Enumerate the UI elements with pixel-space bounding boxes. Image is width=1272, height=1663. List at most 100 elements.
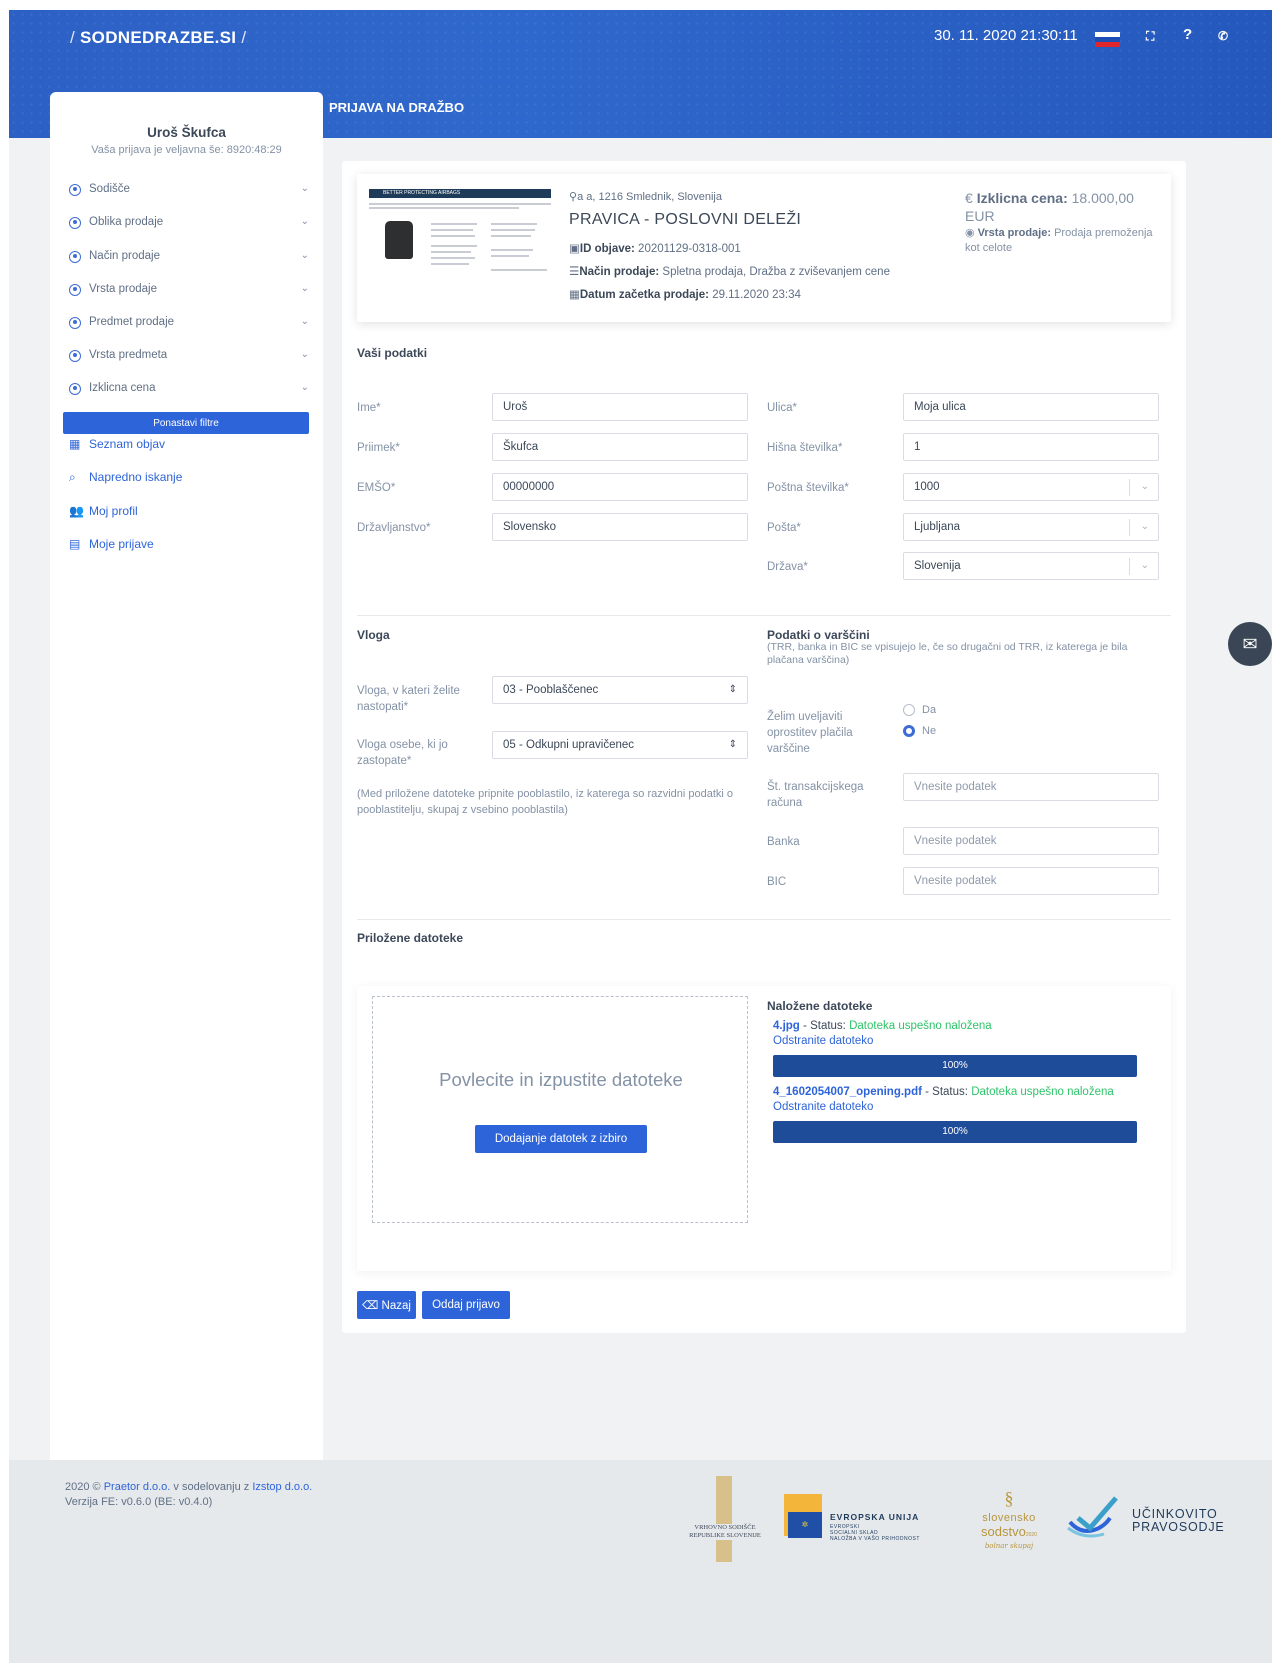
- filter-oblika-prodaje[interactable]: Oblika prodaje ⌄: [69, 216, 309, 236]
- file-dropzone[interactable]: Povlecite in izpustite datoteke Dodajanj…: [372, 996, 748, 1223]
- euro-icon: €: [965, 190, 977, 206]
- section-attached-files: Priložene datoteke: [357, 931, 464, 945]
- slovensko-sodstvo-logo: § slovensko sodstvo2020 bolnar skupaj: [969, 1488, 1049, 1558]
- filter-nacin-prodaje[interactable]: Način prodaje ⌄: [69, 250, 309, 270]
- file-status: Datoteka uspešno naložena: [971, 1086, 1114, 1098]
- ss-year: 2020: [1025, 1532, 1037, 1538]
- list-icon: ☰: [569, 266, 580, 278]
- listing-id-value: 20201129-0318-001: [638, 243, 741, 255]
- application-form-card: BETTER PROTECTING AIRBAGS ⚲a a, 1216 Sml…: [342, 161, 1186, 1333]
- file-name[interactable]: 4_1602054007_opening.pdf: [773, 1086, 922, 1098]
- select-drzava[interactable]: Slovenija ⌄: [903, 552, 1159, 580]
- listing-id: ▣ID objave: 20201129-0318-001: [569, 241, 741, 255]
- chevron-down-icon: ⌄: [300, 183, 309, 194]
- listing-id-label: ID objave:: [579, 243, 635, 255]
- eu-flag-icon: ✲: [788, 1512, 822, 1538]
- starting-price: € Izklicna cena: 18.000,00 EUR: [965, 189, 1155, 225]
- checkmark-wave-icon: [1067, 1496, 1118, 1538]
- ucinkovito-pravosodje-logo: UČINKOVITO PRAVOSODJE: [1064, 1496, 1224, 1546]
- chat-icon[interactable]: ✉: [1228, 622, 1272, 666]
- chevron-down-icon: ⌄: [300, 349, 309, 360]
- input-emso[interactable]: 00000000: [492, 473, 748, 501]
- version-text: Verzija FE: v0.6.0 (BE: v0.4.0): [65, 1496, 213, 1508]
- izstop-link[interactable]: Izstop d.o.o.: [252, 1481, 312, 1493]
- filter-sodisce[interactable]: Sodišče ⌄: [69, 183, 309, 203]
- input-ulica[interactable]: Moja ulica: [903, 393, 1159, 421]
- file-name[interactable]: 4.jpg: [773, 1020, 800, 1032]
- label-drzavljanstvo: Državljanstvo*: [357, 522, 431, 534]
- deposit-subtitle: (TRR, banka in BIC se vpisujejo le, če s…: [767, 641, 1128, 666]
- listing-thumbnail[interactable]: BETTER PROTECTING AIRBAGS: [369, 189, 551, 281]
- fullscreen-icon[interactable]: ⛶: [1146, 29, 1154, 44]
- help-icon[interactable]: ?: [1183, 26, 1192, 43]
- chevron-down-icon: ⌄: [1140, 560, 1149, 571]
- ss-line2: sodstvo2020: [969, 1524, 1049, 1539]
- choose-files-button[interactable]: Dodajanje datotek z izbiro: [475, 1125, 647, 1153]
- select-value: 05 - Odkupni upravičenec: [503, 739, 635, 751]
- label-ulica: Ulica*: [767, 402, 798, 414]
- radio-exemption-yes[interactable]: [903, 704, 915, 716]
- ss-line1: slovensko: [982, 1512, 1036, 1524]
- filter-label: Vrsta prodaje: [89, 283, 157, 295]
- up-line1: UČINKOVITO: [1132, 1507, 1218, 1521]
- input-priimek[interactable]: Škufca: [492, 433, 748, 461]
- thumbnail-banner: BETTER PROTECTING AIRBAGS: [369, 189, 551, 198]
- label-deposit-exemption: Želim uveljaviti oprostitev plačila varš…: [767, 711, 853, 755]
- sale-type: ◉ Vrsta prodaje: Prodaja premoženja kot …: [965, 226, 1155, 256]
- sidebar: Uroš Škufca Vaša prijava je veljavna še:…: [50, 92, 323, 1552]
- nav-moj-profil[interactable]: 👥 Moj profil: [69, 504, 309, 524]
- remove-file-link[interactable]: Odstranite datoteko: [773, 1035, 992, 1047]
- input-drzavljanstvo[interactable]: Slovensko: [492, 513, 748, 541]
- radio-no-label: Ne: [922, 725, 937, 737]
- select-postna-stevilka[interactable]: 1000 ⌄: [903, 473, 1159, 501]
- filter-predmet-prodaje[interactable]: Predmet prodaje ⌄: [69, 316, 309, 336]
- input-trr[interactable]: Vnesite podatek: [903, 773, 1159, 801]
- section-divider: [357, 615, 1171, 616]
- listing-title[interactable]: PRAVICA - POSLOVNI DELEŽI: [569, 211, 801, 229]
- back-button[interactable]: ⌫ Nazaj: [357, 1291, 416, 1319]
- copyright-year: 2020 ©: [65, 1481, 101, 1493]
- court-logo-pillar: [716, 1476, 732, 1562]
- listing-location-text: a a, 1216 Smlednik, Slovenija: [577, 191, 722, 203]
- user-circle-icon: [69, 317, 81, 329]
- uploaded-files-title: Naložene datoteke: [767, 999, 873, 1013]
- nav-moje-prijave[interactable]: ▤ Moje prijave: [69, 537, 309, 557]
- praetor-link[interactable]: Praetor d.o.o.: [104, 1481, 171, 1493]
- site-logo[interactable]: / SODNEDRAZBE.SI /: [70, 28, 246, 48]
- eu-subtitle: EVROPSKI SOCIALNI SKLAD NALOŽBA V VAŠO PRI…: [830, 1524, 920, 1542]
- radio-exemption-no[interactable]: [903, 725, 915, 737]
- nav-napredno-iskanje[interactable]: ⌕ Napredno iskanje: [69, 470, 309, 490]
- input-ime[interactable]: Uroš: [492, 393, 748, 421]
- filter-vrsta-prodaje[interactable]: Vrsta prodaje ⌄: [69, 283, 309, 303]
- input-bank[interactable]: Vnesite podatek: [903, 827, 1159, 855]
- filter-label: Izklicna cena: [89, 382, 156, 394]
- label-emso: EMŠO*: [357, 482, 396, 494]
- nav-seznam-objav[interactable]: ▦ Seznam objav: [69, 437, 309, 457]
- eu-title: EVROPSKA UNIJA: [830, 1512, 920, 1522]
- select-represented-role[interactable]: 05 - Odkupni upravičenec ⇕: [492, 731, 748, 759]
- select-arrows-icon: ⇕: [728, 684, 737, 695]
- select-value: 1000: [914, 481, 940, 493]
- submit-application-button[interactable]: Oddaj prijavo: [422, 1291, 510, 1319]
- phone-icon[interactable]: ✆: [1218, 29, 1228, 43]
- price-value: 18.000,00: [1071, 190, 1134, 206]
- input-hisna-stevilka[interactable]: 1: [903, 433, 1159, 461]
- select-arrows-icon: ⇕: [728, 739, 737, 750]
- filter-izklicna-cena[interactable]: Izklicna cena ⌄: [69, 382, 309, 402]
- price-currency: EUR: [965, 208, 995, 224]
- filter-vrsta-predmeta[interactable]: Vrsta predmeta ⌄: [69, 349, 309, 369]
- select-posta[interactable]: Ljubljana ⌄: [903, 513, 1159, 541]
- remove-file-link[interactable]: Odstranite datoteko: [773, 1101, 1114, 1113]
- up-line2: PRAVOSODJE: [1132, 1520, 1225, 1534]
- calendar-icon: ▦: [69, 437, 81, 451]
- product-image: [385, 221, 413, 259]
- listing-location: ⚲a a, 1216 Smlednik, Slovenija: [569, 190, 722, 203]
- nav-label: Seznam objav: [89, 437, 166, 451]
- select-role[interactable]: 03 - Pooblaščenec ⇕: [492, 676, 748, 704]
- input-bic[interactable]: Vnesite podatek: [903, 867, 1159, 895]
- supreme-court-logo: VRHOVNO SODIŠČE REPUBLIKE SLOVENIJE: [685, 1476, 765, 1562]
- reset-filters-button[interactable]: Ponastavi filtre: [63, 412, 309, 434]
- chevron-down-icon: ⌄: [300, 316, 309, 327]
- label-represented-role: Vloga osebe, ki jo zastopate*: [357, 739, 448, 767]
- slovenian-flag-icon[interactable]: [1095, 32, 1120, 47]
